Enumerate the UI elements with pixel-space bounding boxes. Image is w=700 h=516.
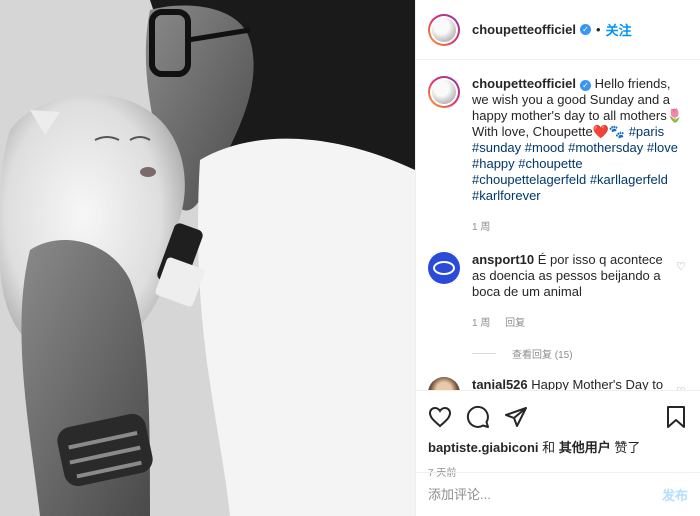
reply-button[interactable]: 回复 <box>505 318 525 329</box>
post-header: choupetteofficiel ✓ • 关注 <box>416 0 700 60</box>
caption-meta: 1 周 <box>472 220 688 236</box>
view-replies-label: 查看回复 (15) <box>512 350 573 361</box>
comment-like-heart-icon[interactable]: ♡ <box>676 377 688 390</box>
liked-by-user[interactable]: baptiste.giabiconi <box>428 440 539 455</box>
heart-icon[interactable] <box>428 405 452 429</box>
comment-meta: 1 周 回复 <box>472 316 668 332</box>
liked-conj: 和 <box>542 440 556 455</box>
comment-like-heart-icon[interactable]: ♡ <box>676 252 688 332</box>
verified-icon: ✓ <box>580 24 592 35</box>
commenter-avatar[interactable] <box>428 377 460 390</box>
likes-summary: baptiste.giabiconi 和 其他用户 赞了 <box>428 437 688 456</box>
verified-icon: ✓ <box>580 80 592 91</box>
replies-divider <box>472 353 496 354</box>
photo-illustration <box>0 0 415 516</box>
caption-author-avatar[interactable] <box>428 76 460 108</box>
post-photo[interactable] <box>0 0 415 516</box>
comments-scroll-area[interactable]: choupetteofficiel ✓ Hello friends, we wis… <box>416 60 700 390</box>
post-comment-button[interactable]: 发布 <box>662 485 688 504</box>
comment-username[interactable]: tanial526 <box>472 377 528 390</box>
author-avatar[interactable] <box>428 13 460 46</box>
liked-others[interactable]: 其他用户 <box>559 440 611 455</box>
comment-text: Happy Mother's Day to <box>531 377 664 390</box>
caption: choupetteofficiel ✓ Hello friends, we wis… <box>416 60 700 236</box>
separator: • <box>596 22 601 37</box>
add-comment-bar: 发布 <box>416 472 700 516</box>
view-replies-button[interactable]: 查看回复 (15) <box>416 332 700 361</box>
caption-username[interactable]: choupetteofficiel <box>472 76 576 91</box>
comment-icon[interactable] <box>466 405 490 429</box>
liked-suffix: 赞了 <box>614 440 641 455</box>
caption-time[interactable]: 1 周 <box>472 222 490 233</box>
comment-item: tanial526 Happy Mother's Day to ♡ <box>416 361 700 390</box>
share-icon[interactable] <box>504 405 528 429</box>
comment-item: ansport10 É por isso q acontece as doenc… <box>416 236 700 332</box>
bookmark-icon[interactable] <box>664 405 688 429</box>
author-username[interactable]: choupetteofficiel <box>472 22 576 37</box>
post-detail-panel: choupetteofficiel ✓ • 关注 choupetteoffici… <box>415 0 700 516</box>
action-icons <box>428 399 688 435</box>
commenter-avatar[interactable] <box>428 252 460 284</box>
comment-time[interactable]: 1 周 <box>472 318 490 329</box>
follow-button[interactable]: 关注 <box>606 20 632 39</box>
comment-input[interactable] <box>428 487 662 502</box>
comment-username[interactable]: ansport10 <box>472 252 534 267</box>
